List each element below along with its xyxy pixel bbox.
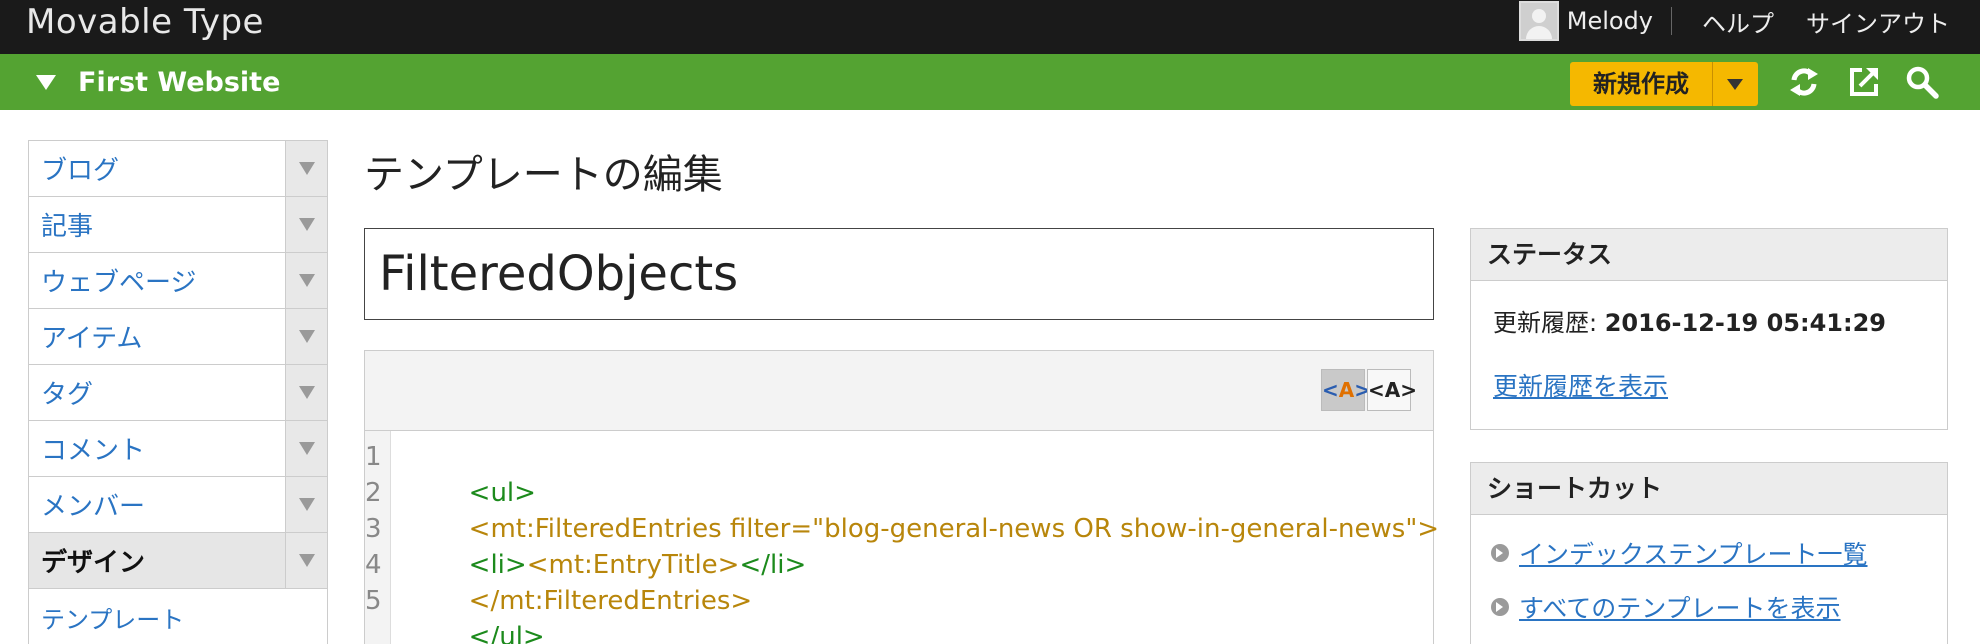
all-templates-link[interactable]: すべてのテンプレートを表示 [1519, 589, 1841, 625]
avatar[interactable] [1518, 1, 1559, 41]
code-line[interactable]: <ul> [403, 439, 1440, 508]
editor-toolbar: <A> <A> [365, 351, 1433, 431]
site-menu-toggle-icon[interactable] [36, 75, 56, 90]
arrow-bullet-icon [1491, 598, 1509, 616]
chevron-down-icon[interactable] [285, 421, 327, 476]
sidebar-item-label[interactable]: メンバー [29, 486, 285, 523]
sidebar-item-label[interactable]: ブログ [29, 150, 285, 187]
external-link-icon[interactable] [1846, 64, 1882, 100]
new-create-dropdown-icon[interactable] [1713, 62, 1758, 106]
code-area[interactable]: 1 2 3 4 5 <ul> <mt:FilteredEntries filte… [365, 431, 1439, 644]
sidebar-item-assets[interactable]: アイテム [29, 309, 327, 365]
status-panel-title: ステータス [1471, 229, 1947, 281]
code-lines[interactable]: <ul> <mt:FilteredEntries filter="blog-ge… [391, 431, 1440, 644]
status-panel: ステータス 更新履歴: 2016-12-19 05:41:29 更新履歴を表示 [1470, 228, 1948, 430]
sidebar-item-tags[interactable]: タグ [29, 365, 327, 421]
app-logo[interactable]: Movable Type [26, 2, 264, 42]
sidebar-item-comments[interactable]: コメント [29, 421, 327, 477]
sidebar-item-entries[interactable]: 記事 [29, 197, 327, 253]
sidebar-item-design[interactable]: デザイン [29, 533, 327, 589]
line-number: 1 [365, 442, 382, 472]
chevron-down-icon[interactable] [285, 253, 327, 308]
updated-row: 更新履歴: 2016-12-19 05:41:29 [1493, 303, 1886, 338]
code-token: </li> [739, 550, 807, 580]
sidebar-subitem-templates[interactable]: テンプレート [29, 589, 327, 644]
sidebar-item-label[interactable]: タグ [29, 374, 285, 411]
line-number: 3 [365, 514, 382, 544]
sidebar-item-members[interactable]: メンバー [29, 477, 327, 533]
sidebar-item-label[interactable]: アイテム [29, 318, 285, 355]
chevron-down-icon[interactable] [285, 197, 327, 252]
signout-link[interactable]: サインアウト [1806, 4, 1950, 39]
template-code-editor[interactable]: <A> <A> 1 2 3 4 5 <ul> <mt:FilteredEntri… [364, 350, 1439, 644]
chevron-down-icon[interactable] [285, 365, 327, 420]
site-name[interactable]: First Website [78, 67, 280, 98]
sidebar-item-label[interactable]: 記事 [29, 206, 285, 243]
index-templates-link[interactable]: インデックステンプレート一覧 [1519, 535, 1868, 571]
chevron-down-icon[interactable] [285, 309, 327, 364]
top-header: Movable Type Melody ヘルプ サインアウト [0, 0, 1980, 54]
line-number-gutter: 1 2 3 4 5 [365, 431, 391, 644]
sidebar-item-webpages[interactable]: ウェブページ [29, 253, 327, 309]
arrow-bullet-icon [1491, 544, 1509, 562]
shortcut-panel: ショートカット インデックステンプレート一覧 すべてのテンプレートを表示 [1470, 462, 1948, 644]
updated-label: 更新履歴: [1493, 309, 1605, 337]
code-line[interactable]: <mt:FilteredEntries filter="blog-general… [403, 475, 1439, 544]
code-token: </mt:FilteredEntries> [468, 586, 753, 616]
shortcut-item[interactable]: インデックステンプレート一覧 [1491, 535, 1868, 571]
line-number: 2 [365, 478, 382, 508]
user-area: Melody ヘルプ サインアウト [1518, 0, 1950, 42]
code-token: <mt:EntryTitle> [526, 550, 740, 580]
sidebar-item-blog[interactable]: ブログ [29, 141, 327, 197]
new-create-button[interactable]: 新規作成 [1570, 62, 1758, 106]
syntax-highlight-off-button[interactable]: <A> [1367, 369, 1417, 411]
search-icon[interactable] [1904, 64, 1940, 100]
page-title: テンプレートの編集 [364, 152, 723, 198]
code-token: <li> [468, 550, 527, 580]
updated-value: 2016-12-19 05:41:29 [1604, 309, 1886, 337]
new-create-label[interactable]: 新規作成 [1570, 62, 1713, 106]
site-bar: First Website 新規作成 [0, 54, 1980, 110]
syntax-highlight-on-button[interactable]: <A> [1321, 369, 1371, 411]
chevron-down-icon[interactable] [285, 533, 327, 588]
user-name-link[interactable]: Melody [1567, 7, 1653, 35]
refresh-icon[interactable] [1786, 64, 1822, 100]
sidebar-menu: ブログ 記事 ウェブページ アイテム タグ コメント メンバー デザイン テンプ… [28, 140, 328, 644]
view-history-link[interactable]: 更新履歴を表示 [1493, 367, 1668, 403]
sidebar-item-label[interactable]: ウェブページ [29, 262, 285, 299]
chevron-down-icon[interactable] [285, 141, 327, 196]
chevron-down-icon[interactable] [285, 477, 327, 532]
code-token: <mt:FilteredEntries filter="blog-general… [468, 514, 1440, 544]
line-number: 5 [365, 586, 382, 616]
divider [1671, 7, 1672, 35]
help-link[interactable]: ヘルプ [1702, 4, 1774, 39]
sidebar-item-label[interactable]: コメント [29, 430, 285, 467]
template-name-field[interactable]: FilteredObjects [364, 228, 1434, 320]
line-number: 4 [365, 550, 382, 580]
sidebar-item-label[interactable]: デザイン [29, 542, 285, 579]
code-token: <ul> [468, 478, 536, 508]
code-token: </ul> [468, 622, 545, 644]
shortcut-panel-title: ショートカット [1471, 463, 1947, 515]
shortcut-item[interactable]: すべてのテンプレートを表示 [1491, 589, 1841, 625]
